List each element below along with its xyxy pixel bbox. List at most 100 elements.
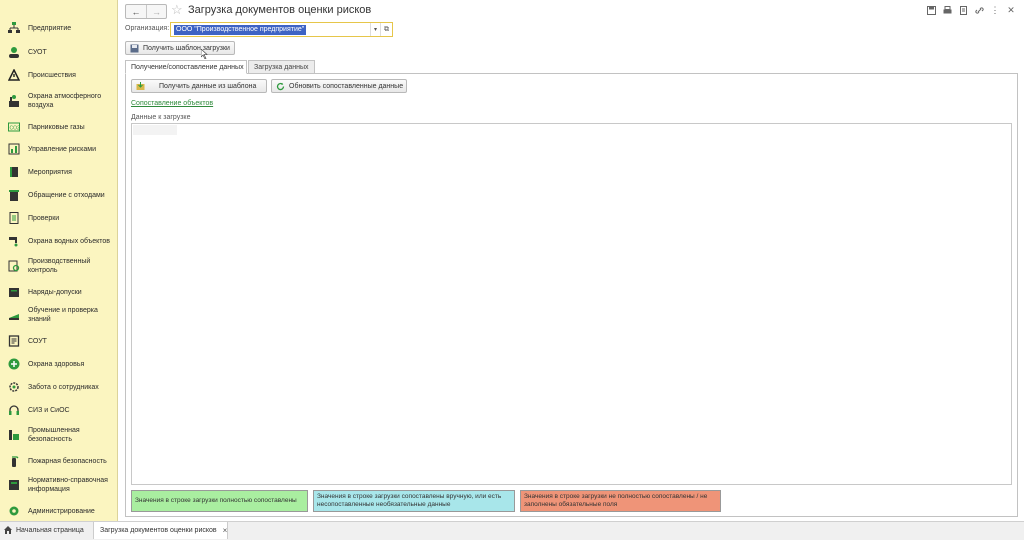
tab-risk-docs[interactable]: Загрузка документов оценки рисков × [93,522,228,539]
table-header-cell [133,125,177,135]
sidebar-item-sout[interactable]: СОУТ [0,334,117,348]
training-icon [8,309,20,321]
tab-risk-docs-label: Загрузка документов оценки рисков [100,527,217,534]
health-icon [8,358,20,370]
window-toolbar: ⋮ ✕ [926,5,1016,15]
sidebar-item-label: Парниковые газы [28,123,85,131]
page-title: Загрузка документов оценки рисков [188,4,372,16]
sidebar: Предприятие СУОТ Происшествия Охрана атм… [0,0,118,521]
sidebar-item-label: Проверки [28,214,60,222]
get-data-button[interactable]: Получить данные из шаблона [131,79,267,93]
data-to-load-table[interactable] [131,123,1012,485]
sidebar-item-label: Охрана здоровья [28,360,85,368]
close-tab-icon[interactable]: × [223,526,228,535]
sidebar-item-label: Нормативно-справочная информация [28,477,108,493]
mouse-cursor-icon [201,49,208,59]
tab-home-page[interactable]: Начальная страница [0,522,92,539]
warning-triangle-icon [8,69,20,81]
organization-label: Организация: [125,25,170,32]
book-icon [8,166,20,178]
tab-home-label: Начальная страница [16,527,84,534]
sidebar-item-production-control[interactable]: Производственный контроль [0,257,117,275]
sidebar-item-enterprise[interactable]: Предприятие [0,21,117,35]
sidebar-item-greenhouse[interactable]: CO2 Парниковые газы [0,120,117,134]
co2-icon: CO2 [8,121,20,133]
org-structure-icon [8,22,20,34]
sidebar-item-measures[interactable]: Мероприятия [0,165,117,179]
permit-folder-icon [8,286,20,298]
sidebar-item-label: Управление рисками [28,145,96,153]
sidebar-item-label: Охрана атмосферного воздуха [28,93,102,109]
sidebar-item-reference[interactable]: Нормативно-справочная информация [0,476,117,494]
close-icon[interactable]: ✕ [1006,5,1016,15]
sidebar-item-employee-care[interactable]: Забота о сотрудниках [0,380,117,394]
sidebar-item-admin[interactable]: Администрирование [0,504,117,518]
sidebar-item-label: Забота о сотрудниках [28,383,99,391]
fire-extinguisher-icon [8,455,20,467]
more-icon[interactable]: ⋮ [990,5,1000,15]
sidebar-item-suot[interactable]: СУОТ [0,45,117,59]
organization-value: ООО "Производственное предприятие" [174,25,307,35]
sidebar-item-label: Обучение и проверка знаний [28,307,98,323]
save-icon[interactable] [926,5,936,15]
headphones-icon [8,404,20,416]
document-icon[interactable] [958,5,968,15]
sidebar-item-water[interactable]: Охрана водных объектов [0,234,117,248]
tab-mapping[interactable]: Получение/сопоставление данных [125,60,247,74]
legend-full-match: Значения в строке загрузки полностью соп… [131,490,308,512]
sidebar-item-label: СИЗ и СиОС [28,406,70,414]
favorite-star-icon[interactable]: ☆ [171,3,183,17]
sidebar-item-waste[interactable]: Обращение с отходами [0,188,117,202]
industrial-safety-icon [8,429,20,441]
sidebar-item-label: Администрирование [28,507,95,515]
link-icon[interactable] [974,5,984,15]
clipboard-icon [8,335,20,347]
sidebar-item-incidents[interactable]: Происшествия [0,68,117,82]
inspection-icon [8,260,20,272]
legend-manual-match: Значения в строке загрузки сопоставлены … [313,490,515,512]
sidebar-item-inspections[interactable]: Проверки [0,211,117,225]
open-icon[interactable]: ⧉ [380,23,392,36]
navigation-buttons: ← → [125,4,167,19]
back-button[interactable]: ← [126,5,146,18]
sidebar-item-ppe[interactable]: СИЗ и СиОС [0,403,117,417]
tab-load-data[interactable]: Загрузка данных [248,60,315,74]
gear-people-icon [8,46,20,58]
sidebar-item-label: Происшествия [28,71,76,79]
sidebar-item-risk[interactable]: Управление рисками [0,142,117,156]
sidebar-item-label: Мероприятия [28,168,72,176]
get-template-label: Получить шаблон загрузки [143,44,230,52]
admin-gear-icon [8,505,20,517]
refresh-icon [276,82,285,91]
forward-button[interactable]: → [146,5,166,18]
sidebar-item-permits[interactable]: Наряды-допуски [0,285,117,299]
refresh-mapped-button[interactable]: Обновить сопоставленные данные [271,79,407,93]
sidebar-item-label: СУОТ [28,48,47,56]
svg-text:CO2: CO2 [10,126,21,132]
water-tap-icon [8,235,20,247]
care-gear-icon [8,381,20,393]
print-icon[interactable] [942,5,952,15]
sidebar-item-label: Предприятие [28,24,72,32]
sidebar-item-label: Охрана водных объектов [28,237,110,245]
sidebar-item-air[interactable]: Охрана атмосферного воздуха [0,92,117,110]
checklist-icon [8,212,20,224]
organization-field[interactable]: ООО "Производственное предприятие" ▾ ⧉ [170,22,393,37]
map-objects-link[interactable]: Сопоставление объектов [131,100,213,107]
data-to-load-label: Данные к загрузке [131,114,191,121]
sidebar-item-industrial-safety[interactable]: Промышленная безопасность [0,426,117,444]
chevron-down-icon[interactable]: ▾ [370,23,380,36]
get-template-button[interactable]: Получить шаблон загрузки [125,41,235,55]
waste-bin-icon [8,189,20,201]
sidebar-item-health[interactable]: Охрана здоровья [0,357,117,371]
sidebar-item-label: Наряды-допуски [28,288,82,296]
sidebar-item-label: Производственный контроль [28,258,91,274]
sidebar-item-label: Пожарная безопасность [28,457,107,465]
sidebar-item-fire-safety[interactable]: Пожарная безопасность [0,454,117,468]
home-icon [4,525,12,536]
sidebar-item-training[interactable]: Обучение и проверка знаний [0,306,117,324]
legend-partial-match: Значения в строке загрузки не полностью … [520,490,721,512]
save-template-icon [130,44,139,53]
import-icon [136,81,145,91]
refresh-mapped-label: Обновить сопоставленные данные [289,82,404,90]
